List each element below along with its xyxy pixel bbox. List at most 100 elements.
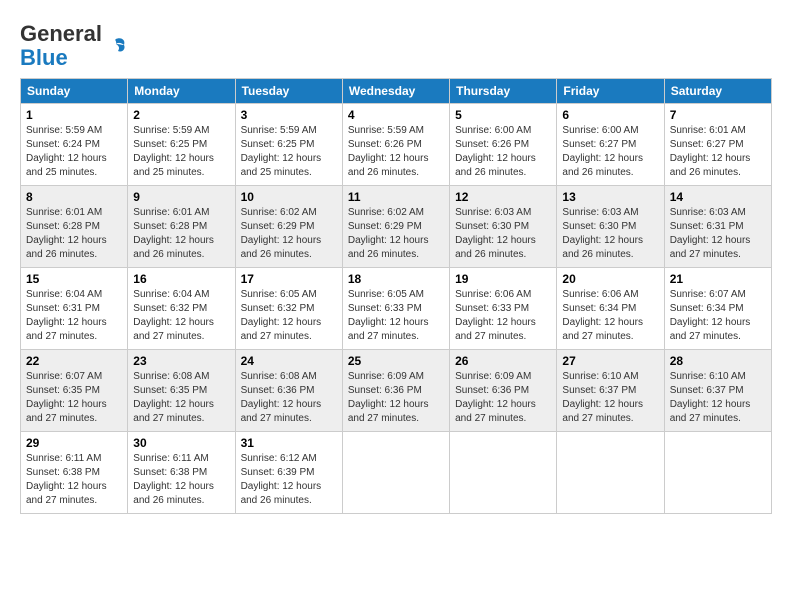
calendar-cell: 10 Sunrise: 6:02 AM Sunset: 6:29 PM Dayl… — [235, 186, 342, 268]
day-info: Sunrise: 6:02 AM Sunset: 6:29 PM Dayligh… — [241, 206, 337, 262]
calendar-table: Sunday Monday Tuesday Wednesday Thursday… — [20, 78, 772, 514]
day-number: 11 — [348, 190, 444, 204]
logo-blue: Blue — [20, 45, 68, 70]
calendar-cell: 21 Sunrise: 6:07 AM Sunset: 6:34 PM Dayl… — [664, 268, 771, 350]
day-number: 31 — [241, 436, 337, 450]
day-number: 2 — [133, 108, 229, 122]
day-info: Sunrise: 5:59 AM Sunset: 6:25 PM Dayligh… — [241, 124, 337, 180]
day-number: 19 — [455, 272, 551, 286]
day-info: Sunrise: 6:11 AM Sunset: 6:38 PM Dayligh… — [26, 452, 122, 508]
day-number: 15 — [26, 272, 122, 286]
calendar-cell: 28 Sunrise: 6:10 AM Sunset: 6:37 PM Dayl… — [664, 350, 771, 432]
day-number: 16 — [133, 272, 229, 286]
day-info: Sunrise: 6:10 AM Sunset: 6:37 PM Dayligh… — [670, 370, 766, 426]
calendar-header-row: Sunday Monday Tuesday Wednesday Thursday… — [21, 79, 772, 104]
calendar-cell: 23 Sunrise: 6:08 AM Sunset: 6:35 PM Dayl… — [128, 350, 235, 432]
calendar-cell: 3 Sunrise: 5:59 AM Sunset: 6:25 PM Dayli… — [235, 104, 342, 186]
day-info: Sunrise: 6:02 AM Sunset: 6:29 PM Dayligh… — [348, 206, 444, 262]
calendar-cell: 30 Sunrise: 6:11 AM Sunset: 6:38 PM Dayl… — [128, 432, 235, 514]
calendar-cell: 17 Sunrise: 6:05 AM Sunset: 6:32 PM Dayl… — [235, 268, 342, 350]
day-number: 8 — [26, 190, 122, 204]
day-number: 21 — [670, 272, 766, 286]
calendar-week-row: 15 Sunrise: 6:04 AM Sunset: 6:31 PM Dayl… — [21, 268, 772, 350]
day-info: Sunrise: 6:09 AM Sunset: 6:36 PM Dayligh… — [455, 370, 551, 426]
day-number: 10 — [241, 190, 337, 204]
day-number: 23 — [133, 354, 229, 368]
col-wednesday: Wednesday — [342, 79, 449, 104]
calendar-cell: 2 Sunrise: 5:59 AM Sunset: 6:25 PM Dayli… — [128, 104, 235, 186]
calendar-week-row: 8 Sunrise: 6:01 AM Sunset: 6:28 PM Dayli… — [21, 186, 772, 268]
calendar-page: General Blue Sunday Monday Tuesday Wedne… — [0, 0, 792, 524]
day-info: Sunrise: 6:12 AM Sunset: 6:39 PM Dayligh… — [241, 452, 337, 508]
day-info: Sunrise: 6:01 AM Sunset: 6:28 PM Dayligh… — [133, 206, 229, 262]
calendar-cell — [450, 432, 557, 514]
calendar-week-row: 29 Sunrise: 6:11 AM Sunset: 6:38 PM Dayl… — [21, 432, 772, 514]
calendar-cell — [664, 432, 771, 514]
day-number: 18 — [348, 272, 444, 286]
calendar-cell: 20 Sunrise: 6:06 AM Sunset: 6:34 PM Dayl… — [557, 268, 664, 350]
day-info: Sunrise: 6:03 AM Sunset: 6:30 PM Dayligh… — [562, 206, 658, 262]
calendar-cell: 31 Sunrise: 6:12 AM Sunset: 6:39 PM Dayl… — [235, 432, 342, 514]
day-number: 25 — [348, 354, 444, 368]
page-header: General Blue — [20, 18, 772, 70]
calendar-cell: 24 Sunrise: 6:08 AM Sunset: 6:36 PM Dayl… — [235, 350, 342, 432]
day-info: Sunrise: 6:03 AM Sunset: 6:31 PM Dayligh… — [670, 206, 766, 262]
calendar-cell: 16 Sunrise: 6:04 AM Sunset: 6:32 PM Dayl… — [128, 268, 235, 350]
day-number: 26 — [455, 354, 551, 368]
day-info: Sunrise: 6:07 AM Sunset: 6:34 PM Dayligh… — [670, 288, 766, 344]
day-info: Sunrise: 6:06 AM Sunset: 6:33 PM Dayligh… — [455, 288, 551, 344]
calendar-cell — [342, 432, 449, 514]
day-number: 13 — [562, 190, 658, 204]
calendar-cell: 4 Sunrise: 5:59 AM Sunset: 6:26 PM Dayli… — [342, 104, 449, 186]
day-number: 9 — [133, 190, 229, 204]
calendar-cell: 27 Sunrise: 6:10 AM Sunset: 6:37 PM Dayl… — [557, 350, 664, 432]
logo: General Blue — [20, 22, 128, 70]
day-number: 4 — [348, 108, 444, 122]
calendar-cell: 13 Sunrise: 6:03 AM Sunset: 6:30 PM Dayl… — [557, 186, 664, 268]
calendar-cell: 29 Sunrise: 6:11 AM Sunset: 6:38 PM Dayl… — [21, 432, 128, 514]
calendar-cell: 12 Sunrise: 6:03 AM Sunset: 6:30 PM Dayl… — [450, 186, 557, 268]
calendar-cell: 1 Sunrise: 5:59 AM Sunset: 6:24 PM Dayli… — [21, 104, 128, 186]
day-info: Sunrise: 6:04 AM Sunset: 6:31 PM Dayligh… — [26, 288, 122, 344]
day-number: 24 — [241, 354, 337, 368]
day-info: Sunrise: 6:01 AM Sunset: 6:27 PM Dayligh… — [670, 124, 766, 180]
calendar-cell: 15 Sunrise: 6:04 AM Sunset: 6:31 PM Dayl… — [21, 268, 128, 350]
col-thursday: Thursday — [450, 79, 557, 104]
day-info: Sunrise: 5:59 AM Sunset: 6:24 PM Dayligh… — [26, 124, 122, 180]
logo-general: General — [20, 21, 102, 46]
day-number: 22 — [26, 354, 122, 368]
col-sunday: Sunday — [21, 79, 128, 104]
day-number: 5 — [455, 108, 551, 122]
day-info: Sunrise: 6:06 AM Sunset: 6:34 PM Dayligh… — [562, 288, 658, 344]
calendar-cell: 26 Sunrise: 6:09 AM Sunset: 6:36 PM Dayl… — [450, 350, 557, 432]
day-info: Sunrise: 5:59 AM Sunset: 6:25 PM Dayligh… — [133, 124, 229, 180]
col-tuesday: Tuesday — [235, 79, 342, 104]
calendar-cell: 5 Sunrise: 6:00 AM Sunset: 6:26 PM Dayli… — [450, 104, 557, 186]
day-number: 14 — [670, 190, 766, 204]
day-number: 12 — [455, 190, 551, 204]
calendar-cell: 6 Sunrise: 6:00 AM Sunset: 6:27 PM Dayli… — [557, 104, 664, 186]
col-friday: Friday — [557, 79, 664, 104]
calendar-cell: 18 Sunrise: 6:05 AM Sunset: 6:33 PM Dayl… — [342, 268, 449, 350]
day-info: Sunrise: 6:04 AM Sunset: 6:32 PM Dayligh… — [133, 288, 229, 344]
logo-bird-icon — [106, 35, 128, 57]
day-info: Sunrise: 6:08 AM Sunset: 6:35 PM Dayligh… — [133, 370, 229, 426]
day-number: 27 — [562, 354, 658, 368]
day-info: Sunrise: 6:08 AM Sunset: 6:36 PM Dayligh… — [241, 370, 337, 426]
col-saturday: Saturday — [664, 79, 771, 104]
calendar-cell: 9 Sunrise: 6:01 AM Sunset: 6:28 PM Dayli… — [128, 186, 235, 268]
day-number: 29 — [26, 436, 122, 450]
day-number: 1 — [26, 108, 122, 122]
day-number: 20 — [562, 272, 658, 286]
day-info: Sunrise: 6:07 AM Sunset: 6:35 PM Dayligh… — [26, 370, 122, 426]
day-info: Sunrise: 6:05 AM Sunset: 6:33 PM Dayligh… — [348, 288, 444, 344]
calendar-cell: 22 Sunrise: 6:07 AM Sunset: 6:35 PM Dayl… — [21, 350, 128, 432]
day-info: Sunrise: 6:11 AM Sunset: 6:38 PM Dayligh… — [133, 452, 229, 508]
day-number: 7 — [670, 108, 766, 122]
day-number: 3 — [241, 108, 337, 122]
day-info: Sunrise: 6:10 AM Sunset: 6:37 PM Dayligh… — [562, 370, 658, 426]
calendar-cell: 7 Sunrise: 6:01 AM Sunset: 6:27 PM Dayli… — [664, 104, 771, 186]
day-number: 28 — [670, 354, 766, 368]
day-info: Sunrise: 6:03 AM Sunset: 6:30 PM Dayligh… — [455, 206, 551, 262]
day-info: Sunrise: 6:00 AM Sunset: 6:27 PM Dayligh… — [562, 124, 658, 180]
